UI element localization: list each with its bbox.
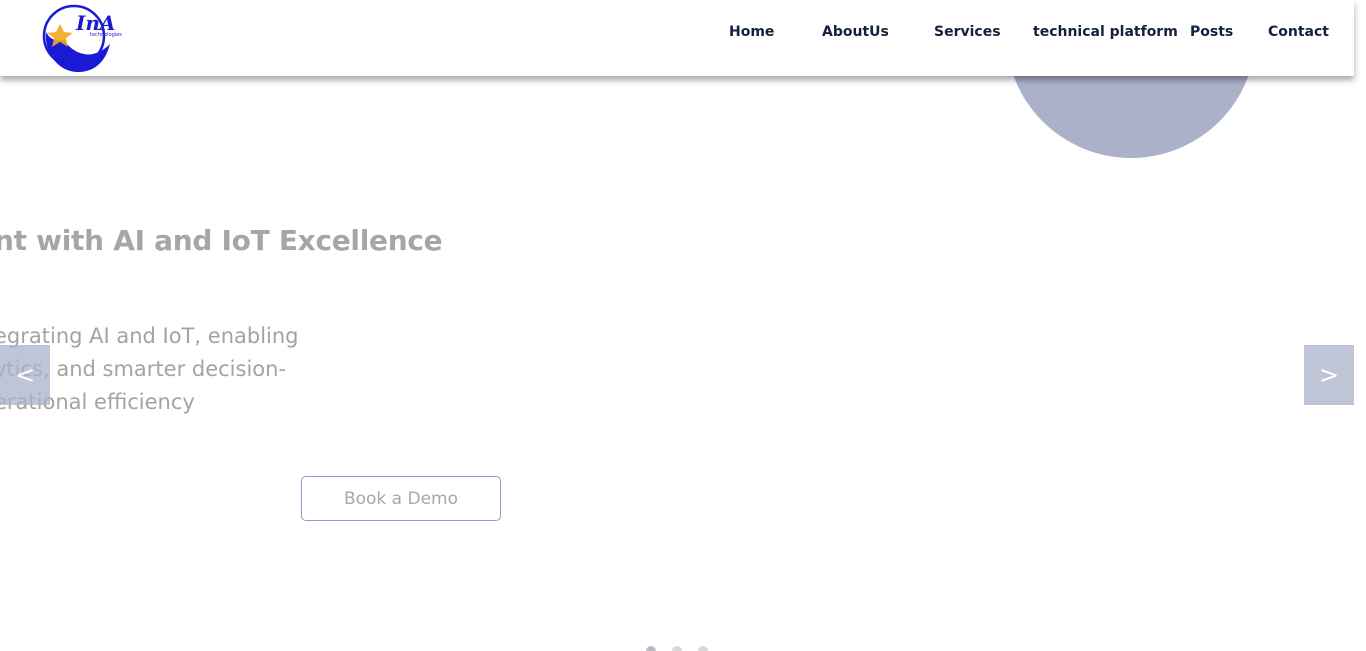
nav-services[interactable]: Services — [934, 24, 1001, 40]
carousel-dot[interactable] — [646, 646, 656, 651]
page: InA technologies Home AboutUs Services t… — [0, 0, 1366, 651]
main-nav: Home AboutUs Services technical platform… — [0, 0, 1354, 66]
carousel-next-button[interactable]: > — [1304, 345, 1354, 405]
carousel-dot[interactable] — [672, 646, 682, 651]
carousel-dot[interactable] — [698, 646, 708, 651]
nav-home[interactable]: Home — [729, 24, 774, 40]
nav-about-us[interactable]: AboutUs — [822, 24, 889, 40]
carousel-prev-button[interactable]: < — [0, 345, 50, 405]
hero-title: nt with AI and IoT Excellence — [0, 224, 443, 257]
site-header: InA technologies Home AboutUs Services t… — [0, 0, 1354, 76]
chevron-right-icon: > — [1318, 361, 1340, 389]
nav-posts[interactable]: Posts — [1190, 24, 1233, 40]
chevron-left-icon: < — [14, 361, 36, 389]
book-demo-button[interactable]: Book a Demo — [301, 476, 501, 521]
carousel-dots — [646, 646, 726, 651]
nav-technical-platform[interactable]: technical platform — [1033, 24, 1178, 40]
nav-contact[interactable]: Contact — [1268, 24, 1329, 40]
